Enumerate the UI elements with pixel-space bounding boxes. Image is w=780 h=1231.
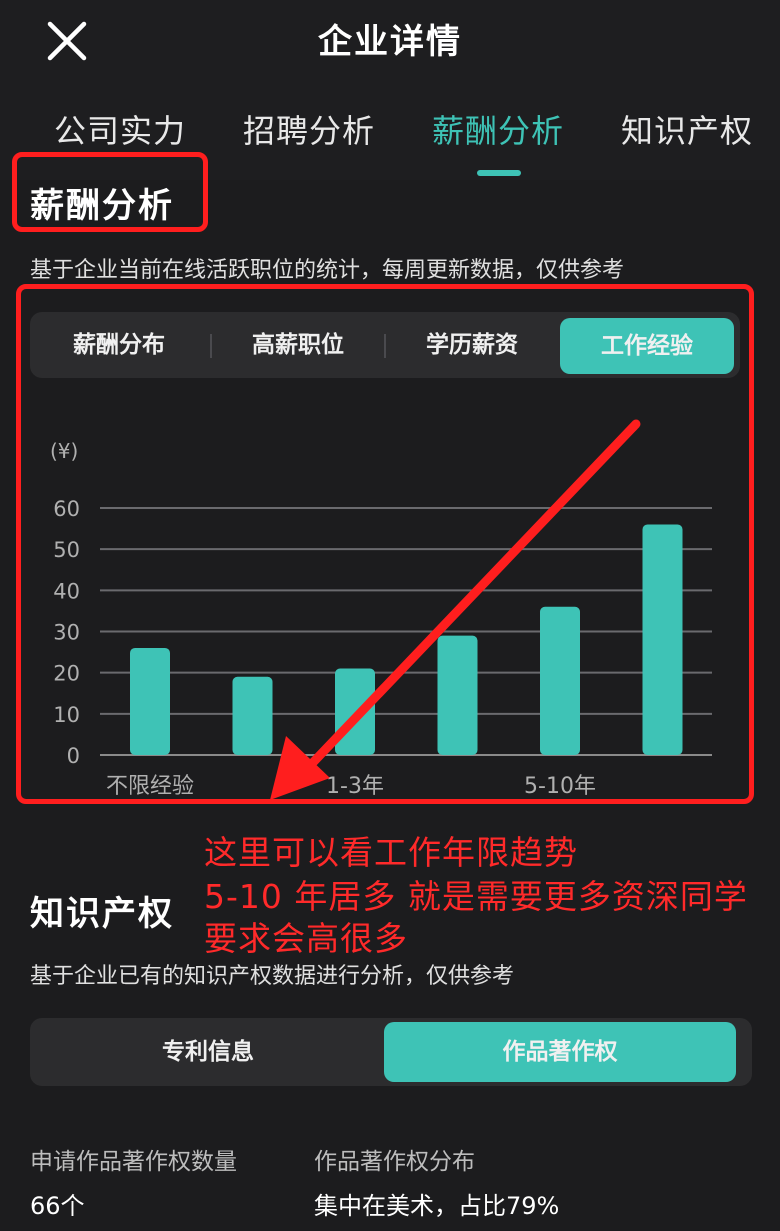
ip-toggle: 专利信息 作品著作权 [30, 1018, 752, 1086]
tab-intellectual-property[interactable]: 知识产权 [621, 106, 753, 152]
stat-copyright-distribution-value: 集中在美术，占比79% [314, 1192, 560, 1220]
toggle-copyright-works[interactable]: 作品著作权 [384, 1022, 736, 1082]
salary-section-description: 基于企业当前在线活跃职位的统计，每周更新数据，仅供参考 [30, 258, 625, 283]
tab-salary-analysis[interactable]: 薪酬分析 [432, 106, 564, 152]
annotation-line-2: 5-10 年居多 就是需要更多资深同学 [204, 877, 748, 916]
subtab-salary-distribution[interactable]: 薪酬分布 [30, 312, 208, 378]
subtab-education-salary[interactable]: 学历薪资 [384, 312, 560, 378]
active-tab-indicator [477, 170, 521, 176]
subtab-work-experience[interactable]: 工作经验 [560, 318, 734, 374]
tab-recruitment-analysis[interactable]: 招聘分析 [243, 106, 375, 152]
stat-copyright-count-value: 66个 [30, 1192, 85, 1220]
ip-section-title: 知识产权 [30, 894, 174, 934]
salary-subtabs: 薪酬分布 高薪职位 学历薪资 工作经验 [30, 312, 740, 378]
salary-section-title: 薪酬分析 [30, 186, 174, 226]
stat-copyright-distribution-label: 作品著作权分布 [314, 1149, 475, 1175]
subtab-high-paying-jobs[interactable]: 高薪职位 [210, 312, 386, 378]
ip-section-description: 基于企业已有的知识产权数据进行分析，仅供参考 [30, 964, 515, 989]
tab-company-strength[interactable]: 公司实力 [54, 106, 186, 152]
stat-copyright-count-label: 申请作品著作权数量 [30, 1149, 237, 1175]
toggle-patent-info[interactable]: 专利信息 [30, 1018, 386, 1086]
page-title: 企业详情 [318, 22, 462, 62]
annotation-line-3: 要求会高很多 [204, 919, 408, 958]
annotation-line-1: 这里可以看工作年限趋势 [204, 833, 578, 872]
